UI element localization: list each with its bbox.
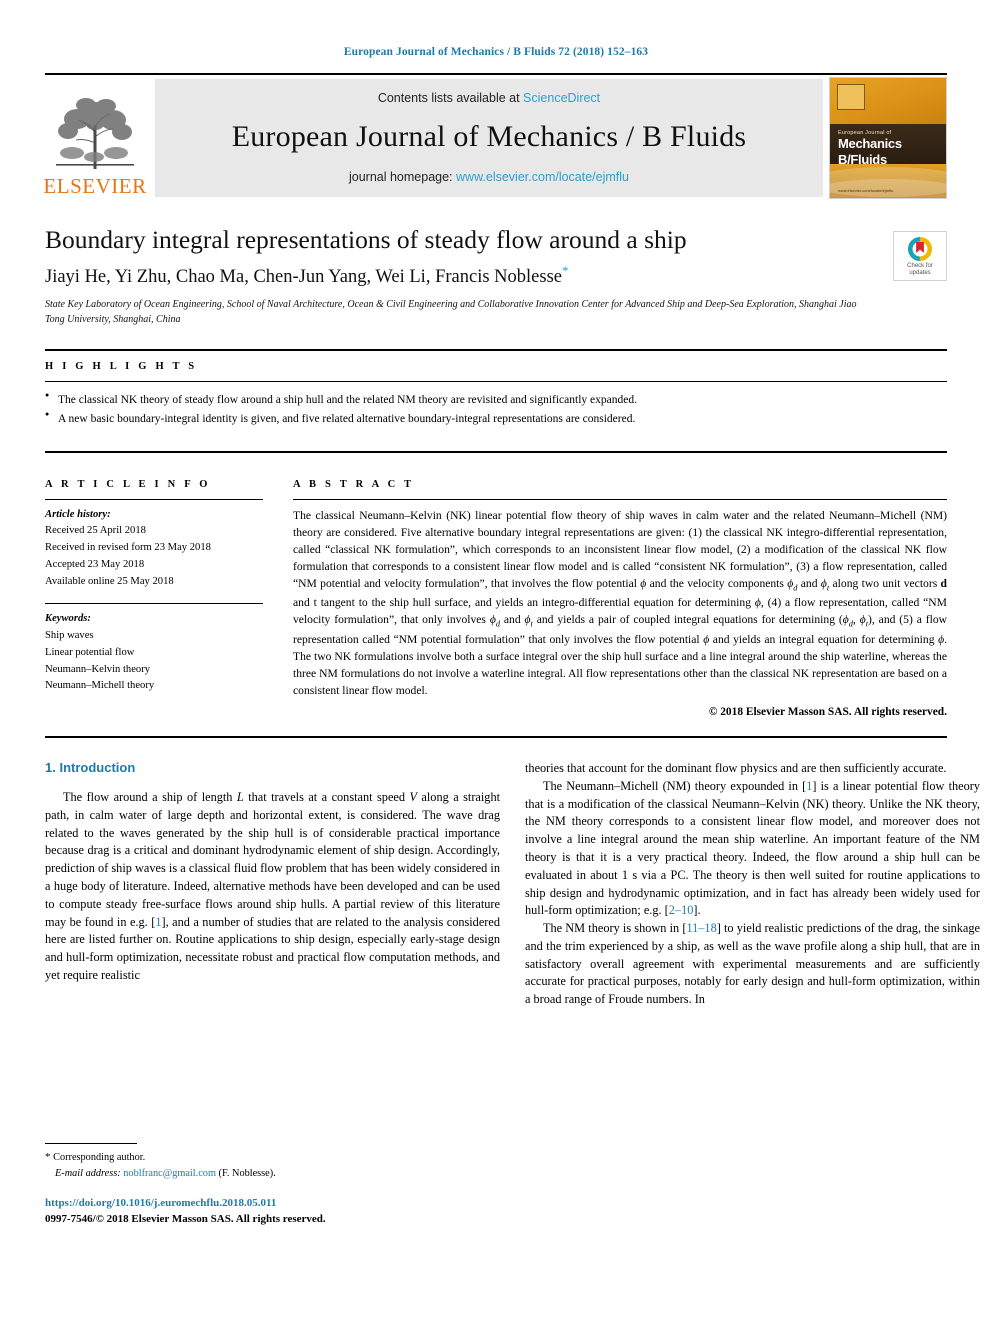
journal-cover-thumbnail: European Journal of Mechanics B/Fluids w… xyxy=(829,77,947,199)
right-p3-a: The NM theory is shown in [ xyxy=(543,921,687,936)
journal-masthead: ELSEVIER Contents lists available at Sci… xyxy=(43,73,947,199)
history-received: Received 25 April 2018 xyxy=(45,525,146,537)
abstract-part-3: and xyxy=(797,576,821,590)
email-link[interactable]: noblfranc@gmail.com xyxy=(123,1168,216,1179)
keywords-block: Keywords: Ship waves Linear potential fl… xyxy=(45,611,263,695)
abstract-part-8: and yields a pair of coupled integral eq… xyxy=(532,613,843,627)
contents-available-line: Contents lists available at ScienceDirec… xyxy=(378,91,600,105)
crossmark-line2: updates xyxy=(909,269,931,276)
abstract-part-5: and t tangent to the ship hull surface, … xyxy=(293,596,755,610)
abstract-part-9: , xyxy=(852,613,860,627)
body-top-rule xyxy=(45,736,947,739)
article-info-rule xyxy=(45,498,263,500)
crossmark-label: Check for updates xyxy=(907,263,933,277)
info-top-rule xyxy=(45,450,947,453)
abstract-column: A B S T R A C T The classical Neumann–Ke… xyxy=(293,471,947,718)
email-label: E-mail address: xyxy=(55,1167,121,1179)
section-title: Introduction xyxy=(59,760,136,776)
right-p2-b: ] is a linear potential flow theory that… xyxy=(525,778,980,918)
section-number: 1. xyxy=(45,760,56,776)
paper-page: European Journal of Mechanics / B Fluids… xyxy=(0,0,992,1323)
keywords-label: Keywords: xyxy=(45,613,91,625)
citation-link[interactable]: 11–18 xyxy=(686,921,716,935)
affiliation: State Key Laboratory of Ocean Engineerin… xyxy=(45,299,857,325)
footnote-rule xyxy=(45,1143,137,1144)
author-list: Jiayi He, Yi Zhu, Chao Ma, Chen-Jun Yang… xyxy=(45,263,947,288)
keyword-item: Neumann–Michell theory xyxy=(45,680,155,692)
crossmark-badge[interactable]: Check for updates xyxy=(893,231,947,281)
keyword-item: Linear potential flow xyxy=(45,646,135,658)
running-head: European Journal of Mechanics / B Fluids… xyxy=(343,46,649,58)
keyword-item: Neumann–Kelvin theory xyxy=(45,663,151,675)
crossmark-icon xyxy=(907,236,933,261)
list-item: The classical NK theory of steady flow a… xyxy=(45,390,947,410)
abstract-part-11: and yields an integral equation for dete… xyxy=(709,633,939,647)
email-suffix: (F. Noblesse). xyxy=(215,1167,276,1179)
highlights-heading: H I G H L I G H T S xyxy=(45,361,198,373)
contents-prefix: Contents lists available at xyxy=(377,90,524,105)
elsevier-wordmark: ELSEVIER xyxy=(43,174,147,198)
elsevier-tree-icon xyxy=(56,98,134,169)
cover-line2: Mechanics xyxy=(838,135,902,151)
abstract-copyright: © 2018 Elsevier Masson SAS. All rights r… xyxy=(708,706,947,719)
doi-link[interactable]: https://doi.org/10.1016/j.euromechflu.20… xyxy=(45,1197,276,1209)
article-history: Article history: Received 25 April 2018 … xyxy=(45,507,263,591)
list-item: A new basic boundary-integral identity i… xyxy=(45,409,947,429)
journal-homepage-line: journal homepage: www.elsevier.com/locat… xyxy=(349,170,629,184)
highlights-list: The classical NK theory of steady flow a… xyxy=(45,382,947,428)
article-info-column: A R T I C L E I N F O Article history: R… xyxy=(45,471,293,718)
homepage-prefix: journal homepage: xyxy=(348,169,457,184)
journal-title: European Journal of Mechanics / B Fluids xyxy=(231,119,747,153)
right-p2-a: The Neumann–Michell (NM) theory expounde… xyxy=(543,778,807,793)
page-footer: https://doi.org/10.1016/j.euromechflu.20… xyxy=(45,1196,645,1228)
issn-copyright-line: 0997-7546/© 2018 Elsevier Masson SAS. Al… xyxy=(45,1212,326,1225)
left-p1-b: that travels at a constant speed xyxy=(243,790,410,805)
info-abstract-row: A R T I C L E I N F O Article history: R… xyxy=(45,471,947,718)
symbol-L: L xyxy=(236,790,244,805)
cover-line3: B/Fluids xyxy=(838,152,887,168)
paragraph: The NM theory is shown in [11–18] to yie… xyxy=(525,920,980,1009)
left-p1-c: along a straight path, in calm water of … xyxy=(45,790,501,929)
history-revised: Received in revised form 23 May 2018 xyxy=(45,542,211,554)
page-title: Boundary integral representations of ste… xyxy=(45,225,687,254)
cover-emblem-icon xyxy=(837,84,865,110)
body-column-right: theories that account for the dominant f… xyxy=(525,760,980,1009)
abstract-part-7: and xyxy=(500,613,525,627)
crossmark-line1: Check for xyxy=(907,262,933,269)
article-info-heading: A R T I C L E I N F O xyxy=(45,478,211,490)
body-column-left: 1. Introduction The flow around a ship o… xyxy=(45,760,500,1009)
corresponding-author-footnote: * Corresponding author. E-mail address: … xyxy=(45,1149,500,1181)
keywords-rule xyxy=(45,603,263,605)
symbol-V: V xyxy=(409,790,417,805)
history-online: Available online 25 May 2018 xyxy=(45,575,174,587)
cover-url: www.elsevier.com/locate/ejmflu xyxy=(838,188,894,193)
abstract-heading: A B S T R A C T xyxy=(293,478,415,490)
elsevier-logo: ELSEVIER xyxy=(43,77,147,199)
masthead-center: Contents lists available at ScienceDirec… xyxy=(155,79,823,197)
paragraph: theories that account for the dominant f… xyxy=(525,761,947,776)
citation-link[interactable]: 2–10 xyxy=(669,903,694,917)
corresponding-author-marker: * xyxy=(561,263,569,279)
author-names: Jiayi He, Yi Zhu, Chao Ma, Chen-Jun Yang… xyxy=(45,267,562,288)
paragraph: The Neumann–Michell (NM) theory expounde… xyxy=(525,778,980,920)
abstract-part-2: and the velocity components xyxy=(646,576,788,590)
title-block: Boundary integral representations of ste… xyxy=(45,225,947,327)
abstract-text: The classical Neumann–Kelvin (NK) linear… xyxy=(293,507,947,699)
left-p1-a: The flow around a ship of length xyxy=(63,790,237,805)
sciencedirect-link[interactable]: ScienceDirect xyxy=(523,91,600,105)
body-columns: 1. Introduction The flow around a ship o… xyxy=(45,760,980,1009)
corresponding-author-label: Corresponding author. xyxy=(50,1152,146,1163)
abstract-rule xyxy=(293,498,947,500)
section-heading-introduction: 1. Introduction xyxy=(45,760,500,775)
right-p2-c: ]. xyxy=(693,903,701,918)
history-accepted: Accepted 23 May 2018 xyxy=(45,558,145,570)
keyword-item: Ship waves xyxy=(45,630,94,642)
highlights-top-rule xyxy=(45,349,947,352)
article-history-label: Article history: xyxy=(45,508,111,520)
footnote-area: * Corresponding author. E-mail address: … xyxy=(45,1143,500,1181)
symbol-d-vector: d xyxy=(940,576,947,590)
paragraph: The flow around a ship of length L that … xyxy=(45,789,500,984)
journal-homepage-link[interactable]: www.elsevier.com/locate/ejmflu xyxy=(456,170,629,184)
abstract-part-4: along two unit vectors xyxy=(829,576,941,590)
